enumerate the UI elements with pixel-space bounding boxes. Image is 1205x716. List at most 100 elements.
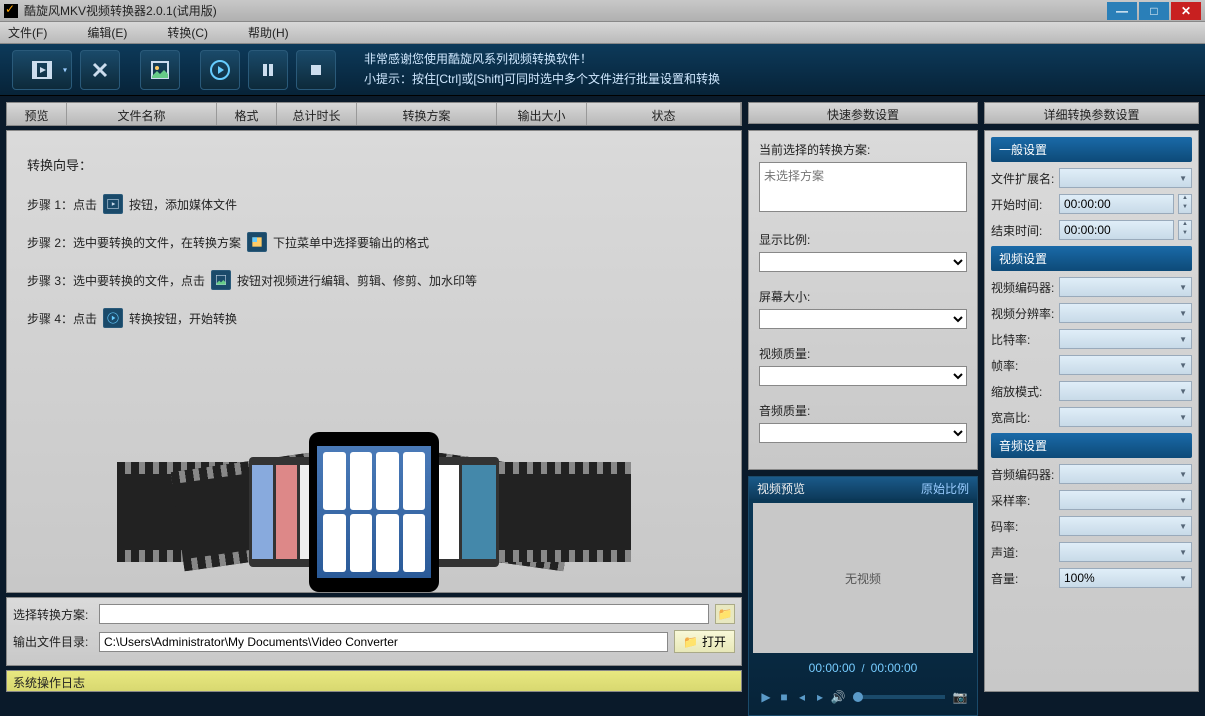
window-title: 酷旋风MKV视频转换器2.0.1(试用版) (24, 2, 1105, 19)
audio-section-header: 音频设置 (991, 433, 1192, 458)
audio-encoder-combo[interactable]: ▼ (1059, 464, 1192, 484)
video-scale-combo[interactable]: ▼ (1059, 381, 1192, 401)
video-fps-label: 帧率: (991, 357, 1055, 374)
preview-controls: ▶ ■ ◂ ▸ 🔊 📷 (749, 679, 977, 715)
chevron-down-icon: ▼ (1179, 335, 1187, 344)
volume-slider[interactable] (853, 695, 945, 699)
video-quality-select[interactable] (759, 366, 967, 386)
chevron-down-icon: ▼ (1179, 574, 1187, 583)
stop-button[interactable] (296, 50, 336, 90)
video-fps-combo[interactable]: ▼ (1059, 355, 1192, 375)
end-time-label: 结束时间: (991, 222, 1055, 239)
video-encoder-combo[interactable]: ▼ (1059, 277, 1192, 297)
audio-bitrate-label: 码率: (991, 518, 1055, 535)
preview-play-button[interactable]: ▶ (757, 688, 775, 706)
remove-button[interactable] (80, 50, 120, 90)
scheme-icon (247, 232, 267, 252)
illustration (54, 447, 694, 577)
audio-encoder-label: 音频编码器: (991, 466, 1055, 483)
video-preview-panel: 视频预览 原始比例 无视频 00:00:00 / 00:00:00 ▶ ■ ◂ … (748, 476, 978, 716)
video-quality-label: 视频质量: (759, 345, 967, 362)
video-bitrate-combo[interactable]: ▼ (1059, 329, 1192, 349)
audio-samplerate-label: 采样率: (991, 492, 1055, 509)
audio-quality-label: 音频质量: (759, 402, 967, 419)
start-time-field[interactable]: 00:00:00 (1059, 194, 1174, 214)
quick-settings-title: 快速参数设置 (748, 102, 978, 124)
app-icon (4, 4, 18, 18)
video-aspect-combo[interactable]: ▼ (1059, 407, 1192, 427)
menu-edit[interactable]: 编辑(E) (87, 24, 127, 41)
edit-icon (211, 270, 231, 290)
audio-samplerate-combo[interactable]: ▼ (1059, 490, 1192, 510)
preview-stop-button[interactable]: ■ (775, 688, 793, 706)
video-resolution-combo[interactable]: ▼ (1059, 303, 1192, 323)
menubar: 文件(F) 编辑(E) 转换(C) 帮助(H) (0, 22, 1205, 44)
file-ext-combo[interactable]: ▼ (1059, 168, 1192, 188)
video-bitrate-label: 比特率: (991, 331, 1055, 348)
end-time-spinner[interactable]: ▲▼ (1178, 220, 1192, 240)
audio-channel-combo[interactable]: ▼ (1059, 542, 1192, 562)
audio-volume-combo[interactable]: 100%▼ (1059, 568, 1192, 588)
audio-bitrate-combo[interactable]: ▼ (1059, 516, 1192, 536)
open-folder-button[interactable]: 📁打开 (674, 630, 735, 653)
file-ext-label: 文件扩展名: (991, 170, 1055, 187)
close-button[interactable]: ✕ (1171, 2, 1201, 20)
original-ratio-button[interactable]: 原始比例 (921, 480, 969, 497)
minimize-button[interactable]: — (1107, 2, 1137, 20)
chevron-down-icon: ▼ (1179, 387, 1187, 396)
preview-next-button[interactable]: ▸ (811, 688, 829, 706)
col-status[interactable]: 状态 (587, 103, 741, 125)
menu-file[interactable]: 文件(F) (8, 24, 47, 41)
play-circle-icon (103, 308, 123, 328)
current-scheme-box[interactable] (759, 162, 967, 212)
chevron-down-icon: ▼ (1179, 522, 1187, 531)
titlebar: 酷旋风MKV视频转换器2.0.1(试用版) — □ ✕ (0, 0, 1205, 22)
start-time-spinner[interactable]: ▲▼ (1178, 194, 1192, 214)
preview-title: 视频预览 (757, 480, 805, 497)
bottom-controls: 选择转换方案: 📁 输出文件目录: 📁打开 (6, 597, 742, 666)
outdir-label: 输出文件目录: (13, 633, 93, 650)
audio-quality-select[interactable] (759, 423, 967, 443)
wizard-title: 转换向导： (27, 155, 721, 174)
col-format[interactable]: 格式 (217, 103, 277, 125)
log-bar[interactable]: 系统操作日志 (6, 670, 742, 692)
pause-button[interactable] (248, 50, 288, 90)
outdir-input[interactable] (99, 632, 668, 652)
pause-icon (256, 58, 280, 82)
chevron-down-icon: ▼ (1179, 283, 1187, 292)
col-duration[interactable]: 总计时长 (277, 103, 357, 125)
edit-icon (148, 58, 172, 82)
folder-icon: 📁 (718, 607, 733, 621)
scheme-browse-button[interactable]: 📁 (715, 604, 735, 624)
chevron-down-icon: ▼ (1179, 174, 1187, 183)
toolbar-tips: 非常感谢您使用酷旋风系列视频转换软件！ 小提示：按住[Ctrl]或[Shift]… (364, 50, 720, 88)
col-filename[interactable]: 文件名称 (67, 103, 217, 125)
chevron-down-icon: ▼ (1179, 496, 1187, 505)
wizard-step-2: 步骤 2：选中要转换的文件，在转换方案 下拉菜单中选择要输出的格式 (27, 232, 721, 252)
col-outsize[interactable]: 输出大小 (497, 103, 587, 125)
scheme-input[interactable] (99, 604, 709, 624)
col-scheme[interactable]: 转换方案 (357, 103, 497, 125)
tip-line-2: 小提示：按住[Ctrl]或[Shift]可同时选中多个文件进行批量设置和转换 (364, 70, 720, 89)
preview-snapshot-button[interactable]: 📷 (951, 688, 969, 706)
col-preview[interactable]: 预览 (7, 103, 67, 125)
wizard-step-1: 步骤 1：点击 按钮，添加媒体文件 (27, 194, 721, 214)
wizard-area: 转换向导： 步骤 1：点击 按钮，添加媒体文件 步骤 2：选中要转换的文件，在转… (6, 130, 742, 593)
screen-size-select[interactable] (759, 309, 967, 329)
tip-line-1: 非常感谢您使用酷旋风系列视频转换软件！ (364, 50, 720, 69)
end-time-field[interactable]: 00:00:00 (1059, 220, 1174, 240)
chevron-down-icon: ▼ (1179, 309, 1187, 318)
add-file-button[interactable]: ▾ (12, 50, 72, 90)
preview-prev-button[interactable]: ◂ (793, 688, 811, 706)
preview-mute-button[interactable]: 🔊 (829, 688, 847, 706)
detail-settings-panel: 一般设置 文件扩展名:▼ 开始时间:00:00:00▲▼ 结束时间:00:00:… (984, 130, 1199, 692)
convert-button[interactable] (200, 50, 240, 90)
edit-button[interactable] (140, 50, 180, 90)
chevron-down-icon: ▾ (63, 65, 67, 74)
no-video-label: 无视频 (845, 570, 881, 587)
maximize-button[interactable]: □ (1139, 2, 1169, 20)
quick-settings-panel: 当前选择的转换方案: 显示比例: 屏幕大小: 视频质量: 音频质量: (748, 130, 978, 470)
menu-help[interactable]: 帮助(H) (248, 24, 289, 41)
display-ratio-select[interactable] (759, 252, 967, 272)
menu-convert[interactable]: 转换(C) (167, 24, 208, 41)
